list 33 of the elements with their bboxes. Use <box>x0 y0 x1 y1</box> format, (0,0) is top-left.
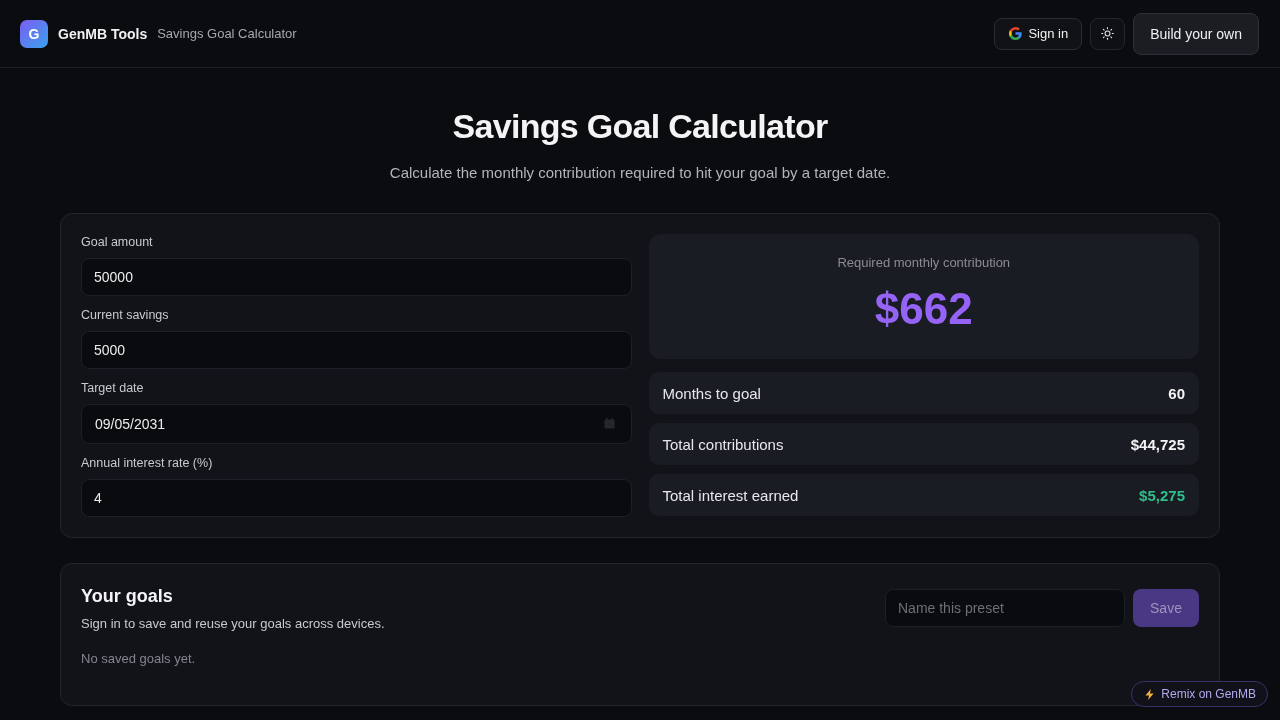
result-value: $662 <box>874 283 973 335</box>
input-field[interactable]: 4 <box>81 479 632 517</box>
build-button[interactable]: Build your own <box>1133 12 1259 55</box>
date-field[interactable]: 09/05/2031 <box>81 404 632 444</box>
field-label: Current savings <box>81 307 169 323</box>
theme-toggle-button[interactable] <box>1090 17 1126 50</box>
input-field[interactable]: 50000 <box>81 258 632 296</box>
google-icon <box>1009 27 1023 40</box>
sun-icon <box>1101 27 1115 40</box>
stat-value: $5,275 <box>1139 486 1185 504</box>
stat-label: Total contributions <box>662 435 784 453</box>
remix-link[interactable]: Remix on GenMB <box>1131 681 1268 707</box>
result-label: Required monthly contribution <box>837 255 1011 271</box>
field-label: Annual interest rate (%) <box>81 455 213 471</box>
sign-in-button[interactable]: Sign in <box>994 17 1083 50</box>
goals-subtitle: Sign in to save and reuse your goals across devices. <box>81 615 385 633</box>
empty-message: No saved goals yet. <box>81 650 196 668</box>
input-field[interactable]: 5000 <box>81 331 632 369</box>
brand-name: GenMB Tools <box>58 25 148 42</box>
page-title: Savings Goal Calculator <box>451 106 829 147</box>
stat-value: 60 <box>1168 384 1185 402</box>
stat-label: Total interest earned <box>662 486 799 504</box>
stat-label: Months to goal <box>662 384 761 402</box>
field-label: Goal amount <box>81 234 153 250</box>
goals-title: Your goals <box>81 585 173 608</box>
lightning-bolt-icon <box>1145 688 1155 700</box>
page-subtitle: Calculate the monthly contribution required to hit your goal by a target date. <box>388 163 892 183</box>
field-label: Target date <box>81 380 144 396</box>
calendar-icon <box>603 418 615 429</box>
stat-value: $44,725 <box>1130 435 1185 453</box>
app-logo[interactable]: G <box>20 19 48 48</box>
page-name: Savings Goal Calculator <box>157 26 297 41</box>
preset-name-field[interactable]: Name this preset <box>885 589 1125 627</box>
